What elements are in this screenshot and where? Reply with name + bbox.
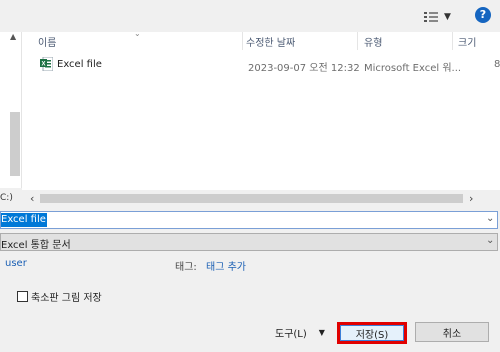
scroll-right-icon[interactable]: ›	[469, 192, 473, 205]
column-type[interactable]: 유형	[364, 34, 382, 49]
file-name-input[interactable]: Excel file ⌄	[0, 211, 498, 229]
column-modified[interactable]: 수정한 날짜	[246, 34, 295, 49]
cancel-button-label: 취소	[442, 328, 462, 340]
save-button-label: 저장(S)	[355, 329, 389, 341]
dialog-toolbar: ▼ ?	[0, 0, 500, 32]
excel-file-icon: X	[40, 57, 53, 71]
chevron-down-icon[interactable]: ⌄	[486, 213, 494, 224]
nav-scroll-up-icon[interactable]: ▲	[10, 32, 16, 41]
tools-label: 도구(L)	[275, 329, 307, 340]
nav-scrollbar-thumb[interactable]	[10, 112, 20, 176]
file-size-cell: 8	[494, 59, 500, 70]
view-list-icon	[424, 12, 438, 22]
file-type-select[interactable]: Excel 통합 문서 ⌄	[0, 233, 498, 251]
save-thumbnail-label: 축소판 그림 저장	[31, 293, 102, 304]
save-thumbnail-option[interactable]: 축소판 그림 저장	[17, 289, 102, 304]
chevron-down-icon[interactable]: ⌄	[486, 235, 494, 246]
file-name-cell: Excel file	[57, 59, 102, 70]
column-name[interactable]: 이름	[38, 34, 56, 49]
chevron-down-icon: ▼	[318, 328, 325, 337]
svg-text:X: X	[41, 61, 45, 67]
save-thumbnail-checkbox[interactable]	[17, 291, 28, 302]
file-row[interactable]: X Excel file 2023-09-07 오전 12:32 Microso…	[22, 56, 500, 74]
navigation-pane[interactable]: ▲	[0, 32, 22, 188]
chevron-down-icon: ▼	[444, 12, 451, 22]
file-name-selected-text: Excel file	[1, 213, 47, 227]
scroll-left-icon[interactable]: ‹	[30, 192, 34, 205]
column-size[interactable]: 크기	[458, 34, 476, 49]
file-type-cell: Microsoft Excel 워...	[364, 63, 462, 74]
column-divider[interactable]	[242, 32, 243, 50]
file-list: 이름 ⌄ 수정한 날짜 유형 크기 X Excel file 2023-09-0…	[22, 29, 500, 190]
horizontal-scrollbar-thumb[interactable]	[40, 194, 463, 203]
add-tag-link[interactable]: 태그 추가	[206, 258, 246, 273]
column-divider[interactable]	[357, 32, 358, 50]
sort-indicator-icon: ⌄	[134, 29, 141, 38]
horizontal-scrollbar[interactable]: C:) ‹ ›	[0, 190, 500, 208]
help-button[interactable]: ?	[475, 7, 491, 23]
save-button-highlight: 저장(S)	[337, 322, 407, 344]
cancel-button[interactable]: 취소	[415, 322, 489, 342]
view-options-button[interactable]: ▼	[424, 8, 458, 26]
nav-path-fragment: C:)	[0, 193, 13, 203]
tools-button[interactable]: 도구(L) ▼	[275, 325, 325, 340]
save-button[interactable]: 저장(S)	[340, 325, 404, 341]
file-modified-cell: 2023-09-07 오전 12:32	[248, 63, 360, 74]
file-type-value: Excel 통합 문서	[1, 240, 71, 251]
column-divider[interactable]	[452, 32, 453, 50]
file-list-header: 이름 ⌄ 수정한 날짜 유형 크기	[22, 29, 500, 50]
tags-label: 태그:	[175, 262, 197, 273]
author-link[interactable]: user	[5, 258, 27, 269]
